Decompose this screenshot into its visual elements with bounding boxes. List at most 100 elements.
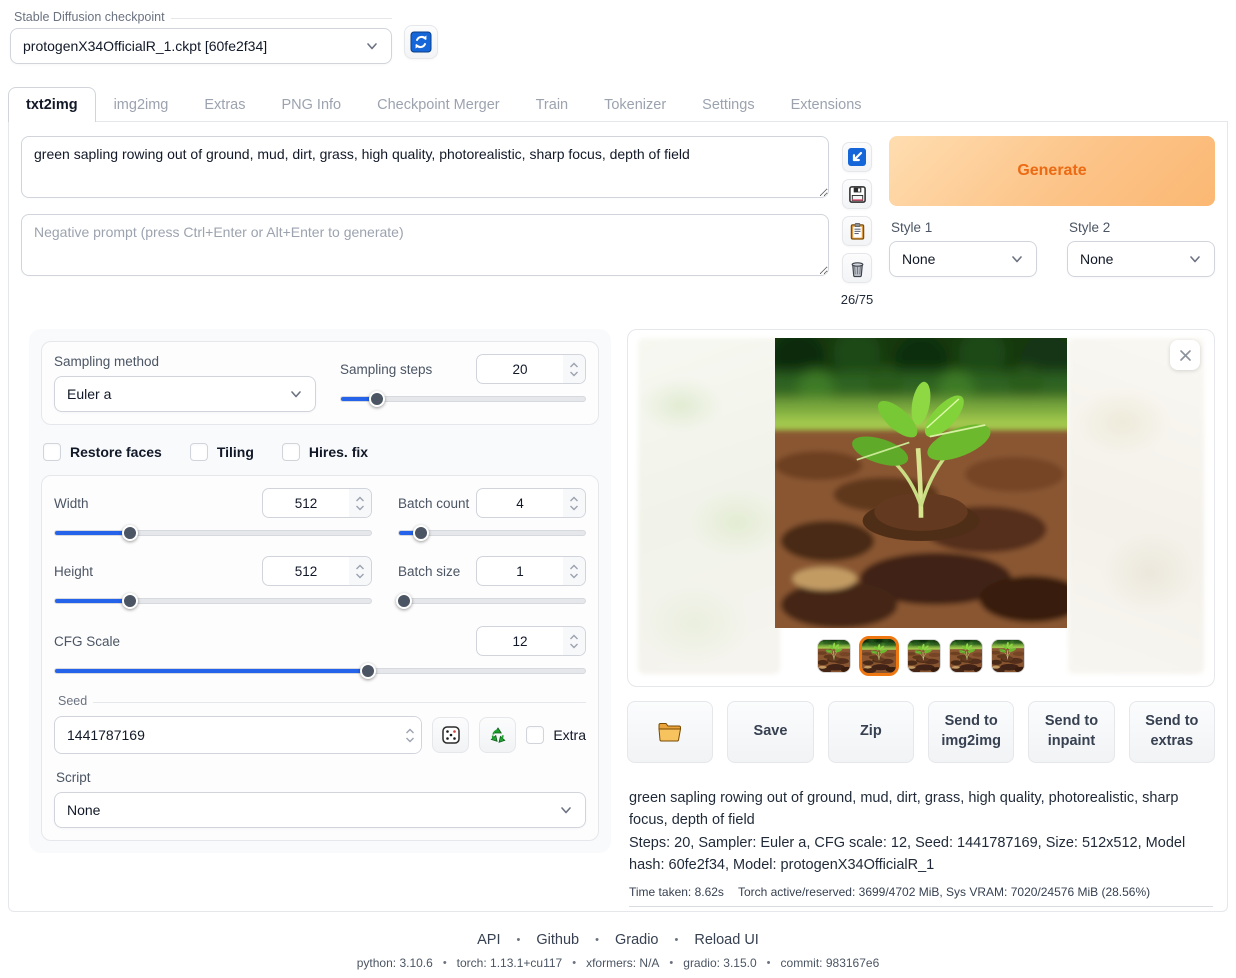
number-spinner[interactable] [563,489,585,517]
extra-seed-checkbox[interactable]: Extra [526,726,586,744]
checkbox-box[interactable] [282,443,300,461]
save-style-button[interactable] [842,179,872,209]
width-label: Width [54,496,89,511]
batch-count-slider[interactable] [398,526,586,540]
sampling-steps-input[interactable]: 20 [476,354,586,384]
info-params-text: Steps: 20, Sampler: Euler a, CFG scale: … [629,832,1213,877]
footer-link-gradio[interactable]: Gradio [615,932,659,948]
paste-arrow-icon [847,147,867,167]
number-spinner[interactable] [563,557,585,585]
clear-prompt-button[interactable] [842,253,872,283]
tab-img2img[interactable]: img2img [96,87,187,122]
time-taken: Time taken: 8.62s [629,885,724,899]
tiling-checkbox[interactable]: Tiling [190,443,254,461]
thumbnail-1[interactable] [817,639,851,673]
hires-fix-checkbox[interactable]: Hires. fix [282,443,368,461]
sampling-method-value: Euler a [67,386,111,402]
send-to-img2img-button[interactable]: Send to img2img [928,701,1014,763]
legend-line [93,702,586,703]
slider-thumb[interactable] [369,391,385,407]
style1-dropdown[interactable]: None [889,241,1037,277]
number-spinner[interactable] [349,489,371,517]
sampling-steps-slider[interactable] [340,392,586,406]
checkbox-box[interactable] [526,726,544,744]
thumbnail-3[interactable] [907,639,941,673]
restore-faces-checkbox[interactable]: Restore faces [43,443,162,461]
slider-thumb[interactable] [122,525,138,541]
thumbnail-2-selected[interactable] [859,636,899,676]
seed-input[interactable]: 1441787169 [54,716,422,754]
checkbox-box[interactable] [190,443,208,461]
batch-count-label: Batch count [398,496,469,511]
negative-prompt-input[interactable] [21,214,829,276]
sampling-steps-label: Sampling steps [340,362,432,377]
generate-button[interactable]: Generate [889,136,1215,206]
open-folder-button[interactable] [627,701,713,763]
separator: • [572,957,576,969]
batch-size-input[interactable]: 1 [476,556,586,586]
number-spinner[interactable] [563,627,585,655]
tab-tokenizer[interactable]: Tokenizer [586,87,684,122]
trash-icon [848,259,867,278]
width-slider[interactable] [54,526,372,540]
generated-image[interactable] [775,338,1067,628]
height-input[interactable]: 512 [262,556,372,586]
random-seed-button[interactable] [432,717,469,753]
thumbnail-4[interactable] [949,639,983,673]
gallery-blur-right [1068,338,1204,674]
checkbox-box[interactable] [43,443,61,461]
vram-stats: Torch active/reserved: 3699/4702 MiB, Sy… [738,885,1150,899]
tab-extensions[interactable]: Extensions [773,87,880,122]
number-spinner[interactable] [563,355,585,383]
tab-bar: txt2img img2img Extras PNG Info Checkpoi… [8,86,1228,122]
height-slider[interactable] [54,594,372,608]
slider-thumb[interactable] [122,593,138,609]
slider-thumb[interactable] [396,593,412,609]
batch-count-input[interactable]: 4 [476,488,586,518]
refresh-icon [410,31,432,53]
cfg-scale-slider[interactable] [54,664,586,678]
checkpoint-dropdown[interactable]: protogenX34OfficialR_1.ckpt [60fe2f34] [10,28,392,64]
style2-label: Style 2 [1067,220,1215,235]
script-label: Script [56,770,586,785]
number-spinner[interactable] [349,557,371,585]
tab-settings[interactable]: Settings [684,87,772,122]
send-to-extras-button[interactable]: Send to extras [1129,701,1215,763]
slider-thumb[interactable] [413,525,429,541]
tab-checkpoint-merger[interactable]: Checkpoint Merger [359,87,518,122]
chevron-down-icon [365,39,379,53]
footer-link-reload-ui[interactable]: Reload UI [694,932,758,948]
cfg-scale-input[interactable]: 12 [476,626,586,656]
tab-txt2img[interactable]: txt2img [8,87,96,122]
reuse-seed-button[interactable] [479,717,516,753]
slider-thumb[interactable] [360,663,376,679]
refresh-checkpoint-button[interactable] [404,25,438,59]
output-column: Save Zip Send to img2img Send to inpaint… [627,329,1215,907]
script-dropdown[interactable]: None [54,792,586,828]
close-gallery-button[interactable] [1170,340,1200,370]
header: Stable Diffusion checkpoint protogenX34O… [8,8,1228,64]
number-spinner[interactable] [399,717,421,753]
separator: • [517,934,521,946]
checkpoint-label-row: Stable Diffusion checkpoint [10,10,392,24]
footer-link-github[interactable]: Github [536,932,579,948]
zip-button[interactable]: Zip [828,701,914,763]
batch-size-slider[interactable] [398,594,586,608]
output-buttons: Save Zip Send to img2img Send to inpaint… [627,701,1215,763]
folder-icon [657,721,683,743]
footer-link-api[interactable]: API [477,932,500,948]
tab-png-info[interactable]: PNG Info [263,87,359,122]
sampling-method-dropdown[interactable]: Euler a [54,376,316,412]
style2-dropdown[interactable]: None [1067,241,1215,277]
width-input[interactable]: 512 [262,488,372,518]
tab-train[interactable]: Train [518,87,587,122]
thumbnail-5[interactable] [991,639,1025,673]
prompt-input[interactable]: green sapling rowing out of ground, mud,… [21,136,829,198]
save-button[interactable]: Save [727,701,813,763]
send-to-inpaint-button[interactable]: Send to inpaint [1028,701,1114,763]
tab-extras[interactable]: Extras [186,87,263,122]
paste-params-button[interactable] [842,142,872,172]
gallery-blur-left [638,338,780,674]
separator: • [443,957,447,969]
apply-style-button[interactable] [842,216,872,246]
